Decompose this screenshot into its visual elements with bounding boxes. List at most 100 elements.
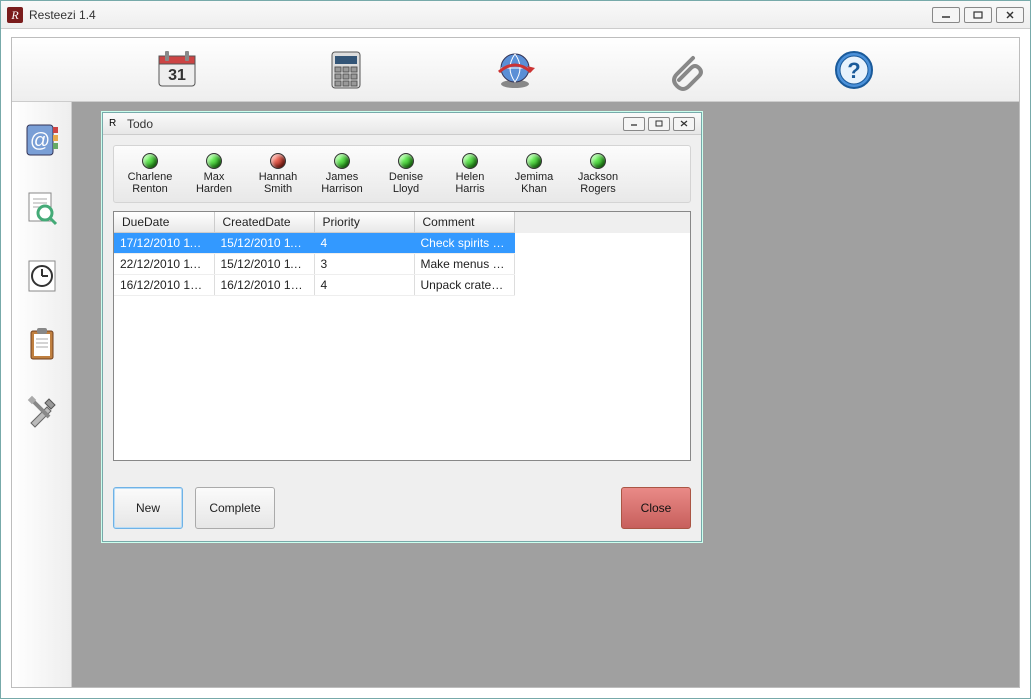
globe-button[interactable] xyxy=(491,46,539,94)
maximize-icon xyxy=(655,120,663,127)
svg-text:?: ? xyxy=(848,58,861,83)
history-button[interactable] xyxy=(22,256,62,296)
document-search-icon xyxy=(23,189,61,227)
minimize-icon xyxy=(630,120,638,127)
close-button[interactable] xyxy=(996,7,1024,23)
app-logo-icon: R xyxy=(7,7,23,23)
status-led-icon xyxy=(398,153,414,169)
col-createddate[interactable]: CreatedDate xyxy=(214,212,314,233)
table-row[interactable]: 17/12/2010 11:5...15/12/2010 11:5...4Che… xyxy=(114,233,690,254)
close-icon xyxy=(680,120,688,127)
calendar-icon: 31 xyxy=(155,48,199,92)
status-led-icon xyxy=(526,153,542,169)
cell-priority: 4 xyxy=(314,275,414,296)
address-book-icon: @ xyxy=(23,121,61,159)
paperclip-icon xyxy=(663,48,707,92)
cell-due: 16/12/2010 16:2... xyxy=(114,275,214,296)
app-titlebar: R Resteezi 1.4 xyxy=(1,1,1030,29)
todo-button-row: New Complete Close xyxy=(113,485,691,531)
status-led-icon xyxy=(462,153,478,169)
todo-close-button[interactable] xyxy=(673,117,695,131)
main-toolbar: 31 xyxy=(12,38,1019,102)
todo-title: Todo xyxy=(127,117,623,131)
app-inner-frame: 31 xyxy=(11,37,1020,688)
person-james[interactable]: JamesHarrison xyxy=(314,153,370,195)
contacts-button[interactable]: @ xyxy=(22,120,62,160)
col-priority[interactable]: Priority xyxy=(314,212,414,233)
person-name: JemimaKhan xyxy=(506,171,562,195)
todo-minimize-button[interactable] xyxy=(623,117,645,131)
cell-created: 16/12/2010 16:2... xyxy=(214,275,314,296)
cell-comment: Make menus for r... xyxy=(414,254,514,275)
person-charlene[interactable]: CharleneRenton xyxy=(122,153,178,195)
cell-priority: 4 xyxy=(314,233,414,254)
cell-comment: Check spirits order xyxy=(414,233,514,254)
todo-window-controls xyxy=(623,117,695,131)
col-spacer xyxy=(514,212,690,233)
calculator-icon xyxy=(324,48,368,92)
table-body: 17/12/2010 11:5...15/12/2010 11:5...4Che… xyxy=(114,233,690,296)
cell-priority: 3 xyxy=(314,254,414,275)
person-name: HannahSmith xyxy=(250,171,306,195)
clipboard-icon xyxy=(23,325,61,363)
person-hannah[interactable]: HannahSmith xyxy=(250,153,306,195)
search-documents-button[interactable] xyxy=(22,188,62,228)
app-window: R Resteezi 1.4 31 xyxy=(0,0,1031,699)
todo-titlebar: R Todo xyxy=(103,113,701,135)
person-jackson[interactable]: JacksonRogers xyxy=(570,153,626,195)
todo-logo-icon: R xyxy=(109,117,123,131)
cell-comment: Unpack crates in... xyxy=(414,275,514,296)
globe-icon xyxy=(493,48,537,92)
maximize-button[interactable] xyxy=(964,7,992,23)
status-led-icon xyxy=(142,153,158,169)
close-icon xyxy=(1005,11,1015,19)
person-max[interactable]: MaxHarden xyxy=(186,153,242,195)
clipboard-button[interactable] xyxy=(22,324,62,364)
calendar-button[interactable]: 31 xyxy=(153,46,201,94)
status-led-icon xyxy=(270,153,286,169)
cell-due: 22/12/2010 11:5... xyxy=(114,254,214,275)
side-toolbar: @ xyxy=(12,102,72,687)
app-title: Resteezi 1.4 xyxy=(29,8,932,22)
todo-table: DueDate CreatedDate Priority Comment 17/… xyxy=(113,211,691,461)
new-button[interactable]: New xyxy=(113,487,183,529)
minimize-button[interactable] xyxy=(932,7,960,23)
minimize-icon xyxy=(941,11,951,19)
table-row[interactable]: 22/12/2010 11:5...15/12/2010 11:5...3Mak… xyxy=(114,254,690,275)
status-led-icon xyxy=(206,153,222,169)
col-duedate[interactable]: DueDate xyxy=(114,212,214,233)
status-led-icon xyxy=(334,153,350,169)
person-jemima[interactable]: JemimaKhan xyxy=(506,153,562,195)
person-denise[interactable]: DeniseLloyd xyxy=(378,153,434,195)
window-controls xyxy=(932,7,1024,23)
person-name: DeniseLloyd xyxy=(378,171,434,195)
todo-panel: R Todo CharleneRenton MaxHarden HannahSmit… xyxy=(102,112,702,542)
tools-icon xyxy=(23,393,61,431)
person-name: JamesHarrison xyxy=(314,171,370,195)
close-todo-button[interactable]: Close xyxy=(621,487,691,529)
person-helen[interactable]: HelenHarris xyxy=(442,153,498,195)
table-row[interactable]: 16/12/2010 16:2...16/12/2010 16:2...4Unp… xyxy=(114,275,690,296)
complete-button[interactable]: Complete xyxy=(195,487,275,529)
status-led-icon xyxy=(590,153,606,169)
cell-created: 15/12/2010 11:5... xyxy=(214,254,314,275)
clock-document-icon xyxy=(23,257,61,295)
people-row: CharleneRenton MaxHarden HannahSmith JamesH… xyxy=(113,145,691,203)
svg-text:31: 31 xyxy=(168,67,186,84)
cell-created: 15/12/2010 11:5... xyxy=(214,233,314,254)
person-name: MaxHarden xyxy=(186,171,242,195)
cell-due: 17/12/2010 11:5... xyxy=(114,233,214,254)
help-button[interactable]: ? xyxy=(830,46,878,94)
settings-button[interactable] xyxy=(22,392,62,432)
person-name: HelenHarris xyxy=(442,171,498,195)
table-header-row: DueDate CreatedDate Priority Comment xyxy=(114,212,690,233)
todo-maximize-button[interactable] xyxy=(648,117,670,131)
person-name: JacksonRogers xyxy=(570,171,626,195)
workspace: R Todo CharleneRenton MaxHarden HannahSmit… xyxy=(72,102,1019,687)
calculator-button[interactable] xyxy=(322,46,370,94)
col-comment[interactable]: Comment xyxy=(414,212,514,233)
help-icon: ? xyxy=(832,48,876,92)
svg-text:@: @ xyxy=(29,130,49,152)
person-name: CharleneRenton xyxy=(122,171,178,195)
attachment-button[interactable] xyxy=(661,46,709,94)
